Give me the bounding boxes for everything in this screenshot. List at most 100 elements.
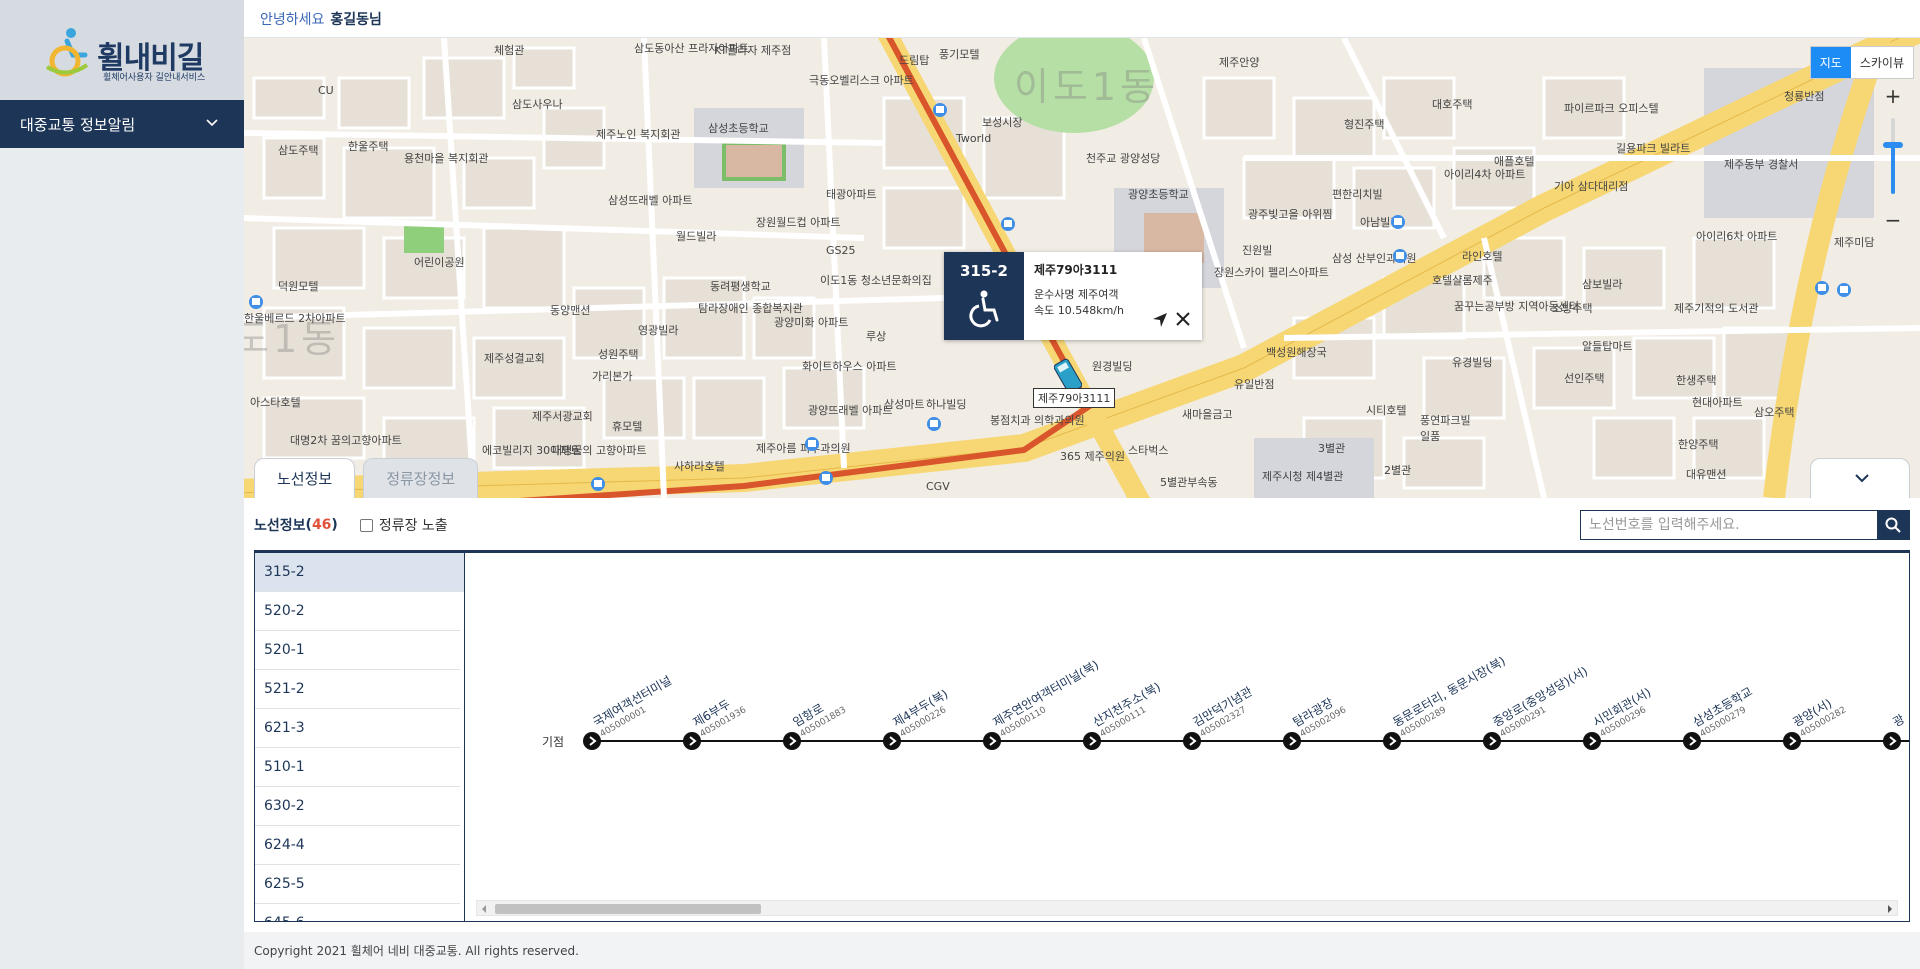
- scroll-right-icon[interactable]: [1886, 904, 1894, 914]
- map-label: Tworld: [956, 132, 992, 145]
- bus-info-popup: 315-2 제주79아3111 운수사명 제주여객 속도 10.548km/h: [944, 252, 1202, 340]
- district-label: 이도1동: [1014, 65, 1160, 109]
- user-name[interactable]: 홍길동님: [330, 9, 382, 29]
- route-list: 315-2 520-2 520-1 521-2 621-3 510-1 630-…: [255, 553, 465, 922]
- checkbox-box[interactable]: [359, 518, 373, 532]
- map-label: 길용파크 빌라트: [1616, 142, 1691, 155]
- bus-stop-icon[interactable]: [926, 416, 942, 432]
- stop-node-circle[interactable]: [1283, 732, 1301, 750]
- map-view[interactable]: 이도1동 도1동 체험관 삼도동아산 프라자아파트 KT플라자 제주점 풍기모텔…: [244, 38, 1920, 498]
- route-item[interactable]: 624-4: [255, 826, 460, 865]
- toggle-skyview-button[interactable]: 스카이뷰: [1851, 47, 1913, 78]
- bus-stop-icon[interactable]: [804, 436, 820, 452]
- map-label: 하나빌딩: [926, 398, 967, 411]
- route-item[interactable]: 625-5: [255, 865, 460, 904]
- map-label: 호텔샬롬제주: [1432, 274, 1493, 287]
- bus-stop-icon[interactable]: [932, 102, 948, 118]
- search-button[interactable]: [1877, 511, 1909, 539]
- bus-stop-icon[interactable]: [1000, 216, 1016, 232]
- route-item[interactable]: 510-1: [255, 748, 460, 787]
- scroll-left-icon[interactable]: [480, 904, 488, 914]
- route-panel: 노선정보 ( 46 ) 정류장 노출 315-2 520-2 520-1 521…: [244, 498, 1920, 938]
- stop-node-circle[interactable]: [1783, 732, 1801, 750]
- map-label: 알들탑마트: [1582, 340, 1633, 353]
- scrollbar-thumb[interactable]: [495, 904, 761, 914]
- zoom-in-button[interactable]: +: [1880, 84, 1906, 108]
- route-item[interactable]: 630-2: [255, 787, 460, 826]
- bus-stop-icon[interactable]: [1390, 214, 1406, 230]
- logo-area: 휠내비길 휠체어사용자 길안내서비스: [0, 0, 244, 100]
- map-label: 어린이공원: [414, 256, 465, 269]
- route-item[interactable]: 521-2: [255, 670, 460, 709]
- stop-node-circle[interactable]: [1383, 732, 1401, 750]
- bus-stop-icon[interactable]: [590, 476, 606, 492]
- toggle-map-button[interactable]: 지도: [1810, 47, 1851, 78]
- tab-stop-info[interactable]: 정류장정보: [363, 458, 479, 498]
- map-label: 이도1동 청소년문화의집: [820, 274, 932, 287]
- bus-stop-icon[interactable]: [1392, 248, 1408, 264]
- route-search: [1580, 510, 1910, 540]
- tab-route-info[interactable]: 노선정보: [254, 458, 356, 498]
- stop-node[interactable]: 산지천주소(북)405000111: [1083, 679, 1163, 750]
- zoom-out-button[interactable]: −: [1880, 208, 1906, 232]
- stop-node[interactable]: 국제여객선터미널405000001: [583, 673, 674, 750]
- map-label: 삼성마트: [884, 398, 925, 411]
- stop-node[interactable]: 임항로405001883: [783, 701, 848, 750]
- stop-node-circle[interactable]: [1183, 732, 1201, 750]
- route-search-input[interactable]: [1581, 511, 1877, 539]
- stop-node[interactable]: 제주연안여객터미널(북)405000110: [983, 658, 1101, 750]
- route-item[interactable]: 645-6: [255, 904, 460, 922]
- route-item[interactable]: 520-2: [255, 592, 460, 631]
- map-label: 태광아파트: [826, 188, 877, 201]
- stop-line-view: 기점 국제여객선터미널 405000001 제6부두 405001936 임항로 40500…: [466, 553, 1909, 922]
- stop-node-circle[interactable]: [1583, 732, 1601, 750]
- stop-node-circle[interactable]: [583, 732, 601, 750]
- map-label: CU: [318, 84, 334, 97]
- map-label: 아스타호텔: [250, 396, 301, 409]
- close-icon[interactable]: [1174, 310, 1192, 328]
- route-item[interactable]: 315-2: [255, 553, 464, 592]
- map-label: 제주노인 복지회관: [596, 128, 681, 141]
- stop-node-circle[interactable]: [1083, 732, 1101, 750]
- map-label: 스타벅스: [1128, 444, 1169, 457]
- map-label: CGV: [926, 480, 950, 493]
- stop-node[interactable]: 광: [1883, 712, 1907, 750]
- map-label: 제주안양: [1219, 56, 1260, 69]
- show-stops-checkbox[interactable]: 정류장 노출: [359, 515, 448, 535]
- map-label: 대유맨션: [1686, 468, 1727, 481]
- route-item[interactable]: 621-3: [255, 709, 460, 748]
- map-label: 체험관: [494, 44, 525, 57]
- bus-stop-icon[interactable]: [1814, 280, 1830, 296]
- map-label: 동려평생학교: [710, 280, 771, 293]
- bus-stop-icon[interactable]: [818, 470, 834, 486]
- stop-node-circle[interactable]: [1883, 732, 1901, 750]
- bus-plate-label: 제주79아3111: [1033, 388, 1116, 408]
- panel-header: 노선정보 ( 46 ) 정류장 노출: [254, 510, 448, 540]
- stop-node-circle[interactable]: [883, 732, 901, 750]
- map-label: 삼성초등학교: [708, 122, 769, 135]
- map-label: 장원스카이 펠리스아파트: [1214, 266, 1329, 279]
- map-label: 한울주택: [348, 140, 389, 153]
- bus-stop-icon[interactable]: [1836, 282, 1852, 298]
- stop-node-circle[interactable]: [1683, 732, 1701, 750]
- stop-node-circle[interactable]: [683, 732, 701, 750]
- wheelchair-icon: [969, 290, 999, 328]
- collapse-map-button[interactable]: [1810, 458, 1910, 498]
- map-label: 원경빌딩: [1092, 360, 1133, 373]
- stop-node-circle[interactable]: [783, 732, 801, 750]
- stop-node-circle[interactable]: [983, 732, 1001, 750]
- stop-node[interactable]: 제6부두405001936: [683, 697, 748, 750]
- navigate-arrow-icon[interactable]: [1152, 312, 1168, 328]
- map-label: 제주성결교회: [484, 352, 545, 365]
- menu-transit-alerts[interactable]: 대중교통 정보알림: [0, 100, 244, 148]
- route-item[interactable]: 520-1: [255, 631, 460, 670]
- map-label: 기아 삼다대리점: [1554, 180, 1629, 193]
- bus-stop-icon[interactable]: [248, 294, 264, 310]
- horizontal-scrollbar[interactable]: [476, 900, 1898, 916]
- map-label: 365 제주의원: [1060, 450, 1125, 463]
- zoom-slider-handle[interactable]: [1883, 141, 1903, 148]
- logo[interactable]: 휠내비길 휠체어사용자 길안내서비스: [37, 15, 207, 85]
- popup-speed: 속도 10.548km/h: [1034, 304, 1124, 317]
- stop-node-circle[interactable]: [1483, 732, 1501, 750]
- stop-node[interactable]: 중앙로(중앙성당)(서)405000291: [1483, 664, 1590, 750]
